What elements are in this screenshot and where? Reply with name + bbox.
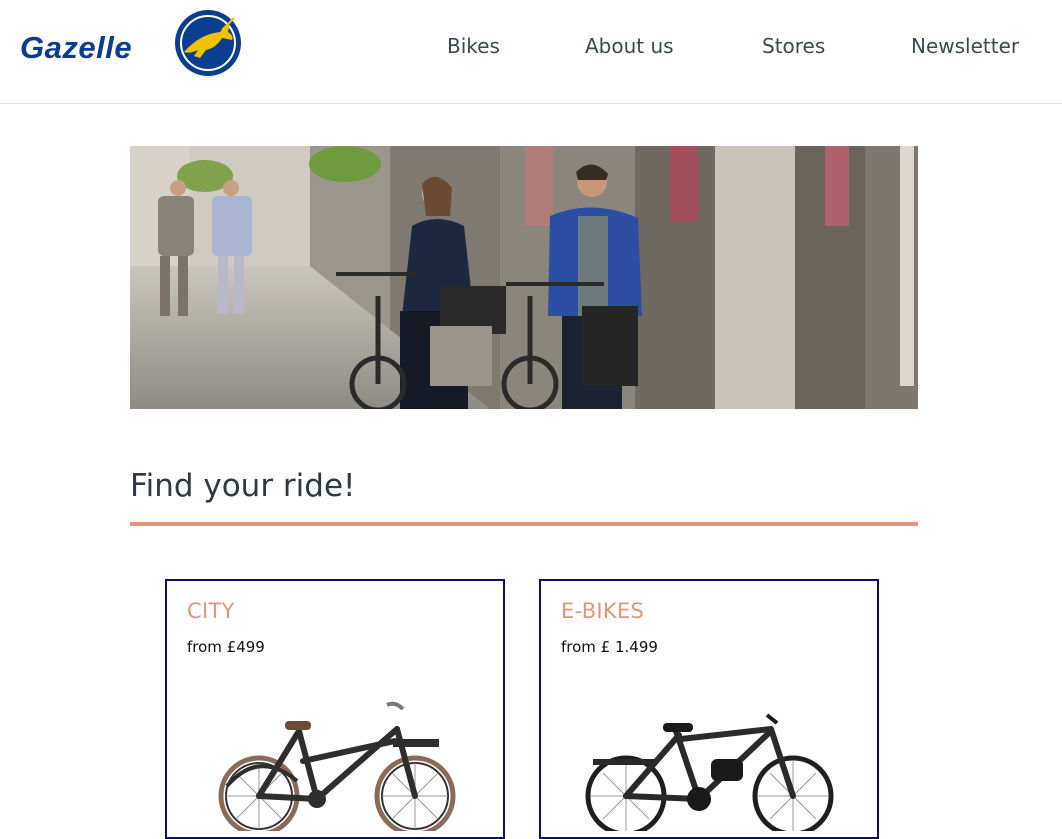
nav-link-newsletter[interactable]: Newsletter [911, 34, 1019, 58]
hero-photo-illustration [130, 146, 918, 409]
nav-link-stores[interactable]: Stores [762, 34, 825, 58]
card-category-label: CITY [187, 599, 235, 623]
nav-link-bikes[interactable]: Bikes [447, 34, 500, 58]
card-category-label: E-BIKES [561, 599, 645, 623]
city-bike-image [218, 701, 456, 831]
section-title: Find your ride! [130, 468, 356, 504]
hero-image [130, 146, 918, 409]
site-header: Gazelle Bikes About us Stores Newsletter [0, 0, 1062, 104]
category-card-e-bikes[interactable]: E-BIKES from £ 1.499 [539, 579, 879, 839]
e-bike-image [585, 713, 834, 831]
nav-link-about-us[interactable]: About us [585, 34, 674, 58]
card-price: from £ 1.499 [561, 638, 658, 656]
card-price: from £499 [187, 638, 265, 656]
title-underline [130, 522, 918, 526]
category-card-city[interactable]: CITY from £499 [165, 579, 505, 839]
main-nav: Bikes About us Stores Newsletter [0, 34, 1062, 64]
